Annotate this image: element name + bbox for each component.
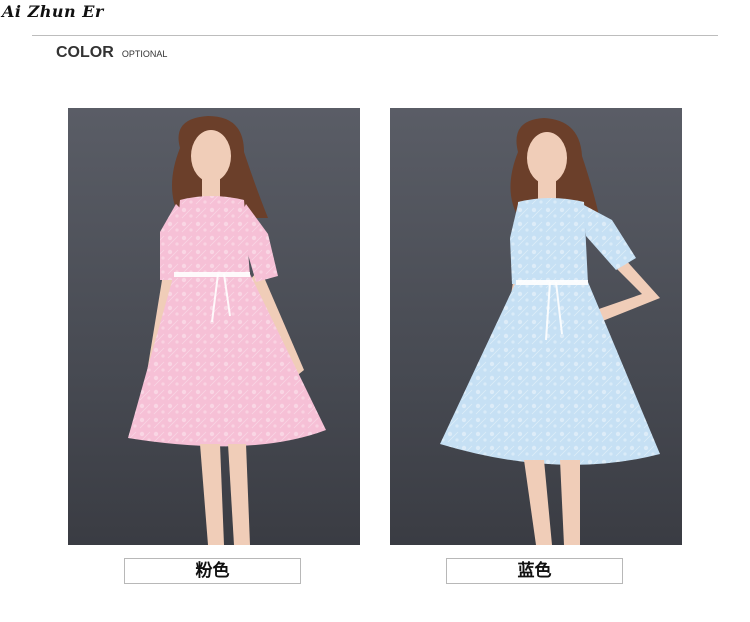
section-title: COLOR: [56, 44, 114, 61]
brand-logo: Ai Zhun Er: [2, 2, 104, 21]
section-heading: COLOR OPTIONAL: [56, 42, 167, 62]
section-subtitle: OPTIONAL: [121, 49, 168, 59]
product-photo-blue[interactable]: [390, 108, 682, 545]
color-option-pink[interactable]: 粉色: [124, 558, 301, 584]
divider: [32, 35, 718, 36]
product-photo-pink[interactable]: [68, 108, 360, 545]
color-option-blue[interactable]: 蓝色: [446, 558, 623, 584]
